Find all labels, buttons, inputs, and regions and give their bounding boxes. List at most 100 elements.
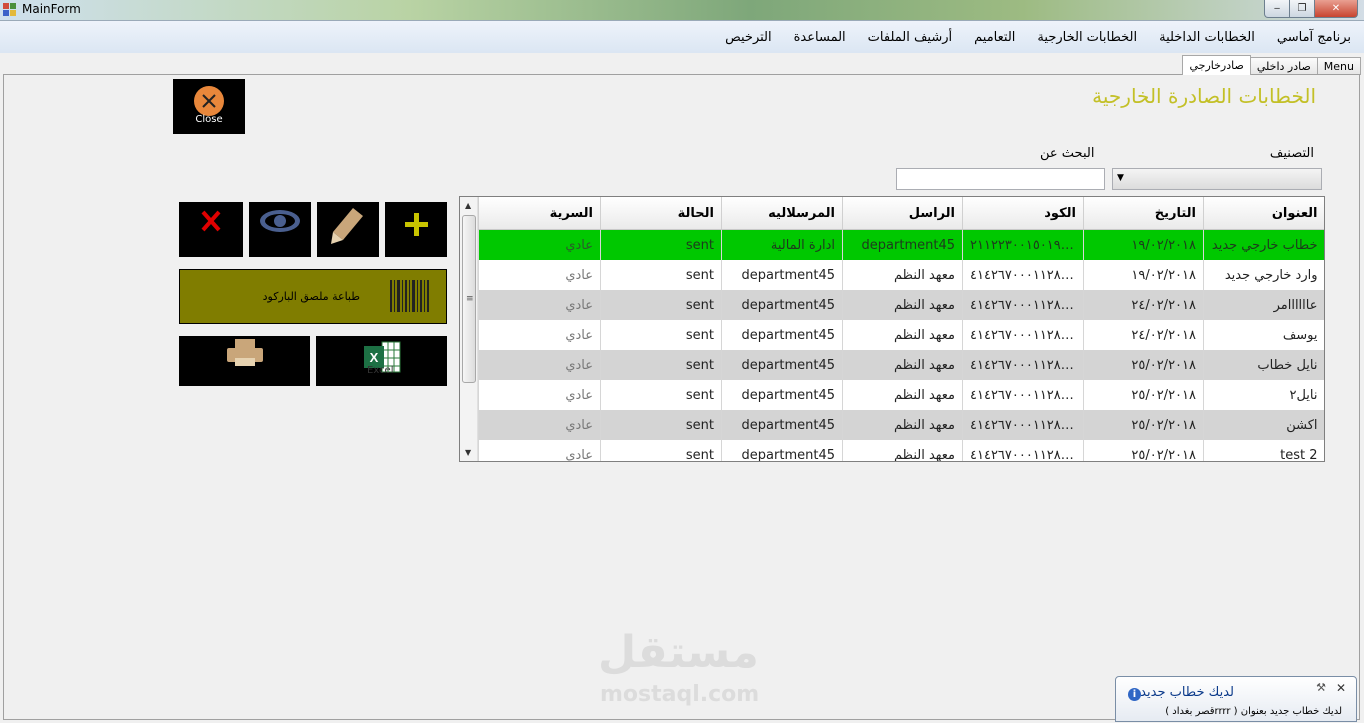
cell-date[interactable]: ١٩/٠٢/٢٠١٨ — [1083, 260, 1204, 290]
menu-item-internal-letters[interactable]: الخطابات الداخلية — [1148, 30, 1266, 45]
cell-status[interactable]: sent — [600, 290, 722, 320]
cell-code[interactable]: ٤١٤٢٦٧٠٠٠١١٢٨٤٥٤٦ — [962, 260, 1084, 290]
notification-close-icon[interactable]: ✕ — [1336, 681, 1346, 695]
cell-recipient[interactable]: department45 — [721, 380, 843, 410]
table-row[interactable]: test 2 ٢٥/٠٢/٢٠١٨ ٤١٤٢٦٧٠٠٠١١٢٨٤٥٤٦ معهد ال… — [478, 440, 1324, 461]
cell-code[interactable]: ٢١١٢٢٣٠٠١٥٠١٩٢٥... — [962, 229, 1084, 260]
cell-confidentiality[interactable]: عادي — [478, 320, 601, 350]
cell-title[interactable]: خطاب خارجي جديد — [1203, 229, 1324, 260]
cell-date[interactable]: ٢٥/٠٢/٢٠١٨ — [1083, 350, 1204, 380]
column-header-recipient[interactable]: المرسلاليه — [721, 197, 843, 230]
export-excel-button[interactable]: X Excel — [316, 336, 447, 386]
cell-confidentiality[interactable]: عادي — [478, 290, 601, 320]
scroll-down-icon[interactable]: ▼ — [465, 448, 471, 457]
cell-date[interactable]: ٢٤/٠٢/٢٠١٨ — [1083, 320, 1204, 350]
cell-code[interactable]: ٤١٤٢٦٧٠٠٠١١٢٨٤٥٤٦ — [962, 380, 1084, 410]
close-form-button[interactable]: Close — [173, 79, 245, 134]
cell-recipient[interactable]: department45 — [721, 350, 843, 380]
cell-code[interactable]: ٤١٤٢٦٧٠٠٠١١٢٨٤٥٤٦ — [962, 410, 1084, 440]
cell-title[interactable]: اكشن — [1203, 410, 1324, 440]
cell-status[interactable]: sent — [600, 320, 722, 350]
cell-status[interactable]: sent — [600, 410, 722, 440]
view-button[interactable] — [249, 202, 311, 257]
menu-item-external-letters[interactable]: الخطابات الخارجية — [1026, 30, 1148, 45]
menu-item-license[interactable]: الترخيص — [714, 30, 783, 45]
cell-sender[interactable]: معهد النظم — [842, 260, 963, 290]
cell-sender[interactable]: معهد النظم — [842, 410, 963, 440]
cell-date[interactable]: ٢٥/٠٢/٢٠١٨ — [1083, 410, 1204, 440]
cell-date[interactable]: ٢٥/٠٢/٢٠١٨ — [1083, 380, 1204, 410]
cell-status[interactable]: sent — [600, 440, 722, 461]
table-row[interactable]: يوسف ٢٤/٠٢/٢٠١٨ ٤١٤٢٦٧٠٠٠١١٢٨٤٥٤٦ معهد النظ… — [478, 320, 1324, 350]
letters-grid[interactable]: ▲ ≡ ▼ العنوان التاريخ الكود الراسل المرس… — [459, 196, 1325, 462]
cell-code[interactable]: ٤١٤٢٦٧٠٠٠١١٢٨٤٥٤٦ — [962, 350, 1084, 380]
cell-title[interactable]: وارد خارجي جديد — [1203, 260, 1324, 290]
cell-date[interactable]: ٢٤/٠٢/٢٠١٨ — [1083, 290, 1204, 320]
menu-item-help[interactable]: المساعدة — [783, 30, 857, 45]
cell-code[interactable]: ٤١٤٢٦٧٠٠٠١١٢٨٤٥٤٦ — [962, 320, 1084, 350]
classification-select[interactable]: ▼ — [1112, 168, 1322, 190]
tab-internal-outgoing[interactable]: صادر داخلي — [1249, 57, 1318, 75]
search-input[interactable] — [896, 168, 1105, 190]
table-row[interactable]: وارد خارجي جديد ١٩/٠٢/٢٠١٨ ٤١٤٢٦٧٠٠٠١١٢٨٤٥… — [478, 260, 1324, 290]
cell-confidentiality[interactable]: عادي — [478, 260, 601, 290]
maximize-button[interactable]: ❐ — [1289, 0, 1315, 18]
cell-recipient[interactable]: ادارة المالية — [721, 229, 843, 260]
cell-sender[interactable]: department45 — [842, 229, 963, 260]
cell-sender[interactable]: معهد النظم — [842, 290, 963, 320]
edit-button[interactable] — [317, 202, 379, 257]
menu-item-files-archive[interactable]: أرشيف الملفات — [857, 30, 963, 45]
cell-title[interactable]: نايل خطاب — [1203, 350, 1324, 380]
scroll-thumb[interactable]: ≡ — [462, 215, 476, 383]
cell-title[interactable]: test 2 — [1203, 440, 1324, 461]
cell-status[interactable]: sent — [600, 229, 722, 260]
column-header-confidentiality[interactable]: السرية — [478, 197, 601, 230]
print-button[interactable] — [179, 336, 310, 386]
table-row[interactable]: خطاب خارجي جديد ١٩/٠٢/٢٠١٨ ٢١١٢٢٣٠٠١٥٠١٩٢٥… — [478, 229, 1324, 260]
cell-recipient[interactable]: department45 — [721, 410, 843, 440]
scroll-up-icon[interactable]: ▲ — [465, 201, 471, 210]
grid-vertical-scrollbar[interactable]: ▲ ≡ ▼ — [460, 197, 478, 461]
cell-status[interactable]: sent — [600, 380, 722, 410]
print-barcode-button[interactable]: طباعة ملصق الباركود — [179, 269, 447, 324]
column-header-code[interactable]: الكود — [962, 197, 1084, 230]
cell-title[interactable]: يوسف — [1203, 320, 1324, 350]
menu-item-program[interactable]: برنامج آماسي — [1266, 30, 1362, 45]
notification-popup[interactable]: ✕ ⚒ i لديك خطاب جديد لديك خطاب جديد بعنو… — [1115, 676, 1357, 722]
cell-confidentiality[interactable]: عادي — [478, 410, 601, 440]
cell-recipient[interactable]: department45 — [721, 260, 843, 290]
table-row[interactable]: اكشن ٢٥/٠٢/٢٠١٨ ٤١٤٢٦٧٠٠٠١١٢٨٤٥٤٦ معهد النظ… — [478, 410, 1324, 440]
cell-title[interactable]: عاااااامر — [1203, 290, 1324, 320]
cell-confidentiality[interactable]: عادي — [478, 350, 601, 380]
tab-external-outgoing[interactable]: صادرخارجي — [1182, 55, 1251, 75]
column-header-status[interactable]: الحالة — [600, 197, 722, 230]
close-window-button[interactable]: ✕ — [1314, 0, 1358, 18]
table-row[interactable]: نايل خطاب ٢٥/٠٢/٢٠١٨ ٤١٤٢٦٧٠٠٠١١٢٨٤٥٤٦ معهد… — [478, 350, 1324, 380]
add-button[interactable] — [385, 202, 447, 257]
cell-sender[interactable]: معهد النظم — [842, 350, 963, 380]
cell-sender[interactable]: معهد النظم — [842, 440, 963, 461]
table-row[interactable]: عاااااامر ٢٤/٠٢/٢٠١٨ ٤١٤٢٦٧٠٠٠١١٢٨٤٥٤٦ معهد… — [478, 290, 1324, 320]
cell-recipient[interactable]: department45 — [721, 290, 843, 320]
cell-sender[interactable]: معهد النظم — [842, 380, 963, 410]
cell-title[interactable]: نايل٢ — [1203, 380, 1324, 410]
cell-recipient[interactable]: department45 — [721, 320, 843, 350]
cell-status[interactable]: sent — [600, 350, 722, 380]
minimize-button[interactable]: ‒ — [1264, 0, 1290, 18]
cell-date[interactable]: ١٩/٠٢/٢٠١٨ — [1083, 229, 1204, 260]
tab-menu[interactable]: Menu — [1316, 57, 1361, 75]
cell-confidentiality[interactable]: عادي — [478, 380, 601, 410]
cell-confidentiality[interactable]: عادي — [478, 229, 601, 260]
delete-button[interactable] — [179, 202, 243, 257]
cell-sender[interactable]: معهد النظم — [842, 320, 963, 350]
notification-pin-icon[interactable]: ⚒ — [1316, 681, 1326, 694]
column-header-sender[interactable]: الراسل — [842, 197, 963, 230]
table-row[interactable]: نايل٢ ٢٥/٠٢/٢٠١٨ ٤١٤٢٦٧٠٠٠١١٢٨٤٥٤٦ معهد الن… — [478, 380, 1324, 410]
cell-confidentiality[interactable]: عادي — [478, 440, 601, 461]
cell-recipient[interactable]: department45 — [721, 440, 843, 461]
cell-code[interactable]: ٤١٤٢٦٧٠٠٠١١٢٨٤٥٤٦ — [962, 440, 1084, 461]
menu-item-circulars[interactable]: التعاميم — [963, 30, 1026, 45]
cell-date[interactable]: ٢٥/٠٢/٢٠١٨ — [1083, 440, 1204, 461]
column-header-title[interactable]: العنوان — [1203, 197, 1324, 230]
cell-status[interactable]: sent — [600, 260, 722, 290]
